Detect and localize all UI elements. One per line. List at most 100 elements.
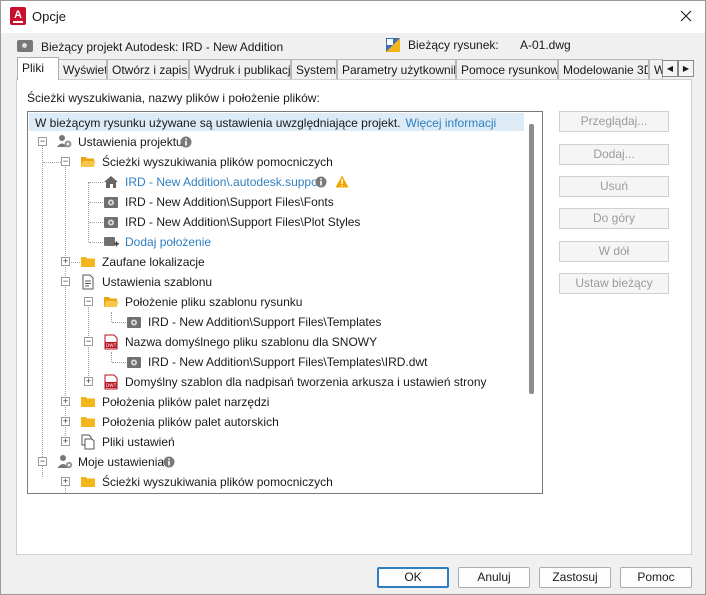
expand-icon[interactable]: + — [84, 377, 93, 386]
tree-line — [112, 362, 126, 363]
tab-system[interactable]: System — [291, 59, 337, 79]
tree-line — [112, 322, 126, 323]
tree-line — [43, 162, 61, 163]
tree-line — [111, 352, 112, 362]
current-drawing-value: A-01.dwg — [520, 38, 571, 52]
folder-open-icon — [81, 157, 96, 167]
browse-button[interactable]: Przeglądaj... — [559, 111, 669, 132]
autocad-app-icon: A — [10, 7, 26, 25]
tree-item-template-settings[interactable]: − Ustawienia szablonu — [28, 272, 523, 292]
folder-icon — [81, 417, 95, 427]
camera-folder-icon — [104, 197, 118, 208]
tab-open-save[interactable]: Otwórz i zapisz — [107, 59, 189, 79]
collapse-icon[interactable]: − — [84, 297, 93, 306]
file-tree[interactable]: W bieżącym rysunku używane są ustawienia… — [27, 111, 543, 494]
tree-item-fonts-path[interactable]: IRD - New Addition\Support Files\Fonts — [28, 192, 523, 212]
tree-item-template-location[interactable]: − Położenie pliku szablonu rysunku — [28, 292, 523, 312]
current-project-label: Bieżący projekt Autodesk: IRD - New Addi… — [41, 40, 284, 54]
tree-item-tool-palettes[interactable]: + Położenia plików palet narzędzi — [28, 392, 523, 412]
folder-icon — [81, 477, 95, 487]
person-gear-icon — [57, 455, 73, 469]
current-drawing-label: Bieżący rysunek: — [408, 38, 499, 52]
folder-icon — [81, 257, 95, 267]
move-up-button[interactable]: Do góry — [559, 208, 669, 229]
expand-icon[interactable]: + — [61, 397, 70, 406]
expand-icon[interactable]: + — [61, 417, 70, 426]
options-dialog: A Opcje Bieżący projekt Autodesk: IRD - … — [0, 0, 706, 595]
tab-scroll-left-button[interactable]: ◀ — [662, 60, 678, 77]
expand-icon[interactable]: + — [61, 257, 70, 266]
window-title: Opcje — [32, 9, 66, 24]
tree-line — [111, 312, 112, 322]
svg-text:DWT: DWT — [106, 343, 117, 349]
info-icon[interactable] — [315, 176, 327, 188]
dwt-icon: DWT — [104, 374, 118, 390]
camera-folder-icon — [127, 357, 141, 368]
cancel-button[interactable]: Anuluj — [458, 567, 530, 588]
ok-button[interactable]: OK — [377, 567, 449, 588]
collapse-icon[interactable]: − — [61, 277, 70, 286]
drawing-icon — [386, 38, 400, 52]
tab-display[interactable]: Wyświetl — [58, 59, 107, 79]
tree-scrollbar[interactable] — [529, 124, 534, 394]
collapse-icon[interactable]: − — [61, 157, 70, 166]
add-button[interactable]: Dodaj... — [559, 144, 669, 165]
files-panel: Ścieżki wyszukiwania, nazwy plików i poł… — [16, 79, 692, 555]
tab-files[interactable]: Pliki — [17, 57, 59, 80]
project-row: Bieżący projekt Autodesk: IRD - New Addi… — [1, 37, 705, 57]
dwt-icon: DWT — [104, 334, 118, 350]
tree-item-default-sheet-template[interactable]: + DWT Domyślny szablon dla nadpisań twor… — [28, 372, 523, 392]
camera-folder-icon — [127, 317, 141, 328]
warning-icon[interactable] — [335, 175, 349, 188]
tab-truncated[interactable]: W — [649, 59, 663, 79]
apply-button[interactable]: Zastosuj — [539, 567, 611, 588]
tree-item-ird-dwt-path[interactable]: IRD - New Addition\Support Files\Templat… — [28, 352, 523, 372]
tab-scroll-right-button[interactable]: ▶ — [678, 60, 694, 77]
tree-item-plot-styles-path[interactable]: IRD - New Addition\Support Files\Plot St… — [28, 212, 523, 232]
info-icon[interactable] — [180, 136, 192, 148]
camera-folder-icon — [104, 217, 118, 228]
home-icon — [104, 176, 118, 188]
tree-line — [89, 222, 103, 223]
tree-line — [89, 242, 103, 243]
tab-3d-modeling[interactable]: Modelowanie 3D — [558, 59, 649, 79]
tree-line — [89, 182, 103, 183]
tab-drafting[interactable]: Pomoce rysunkowe — [456, 59, 558, 79]
tree-item-project-settings[interactable]: − Ustawienia projektu — [28, 132, 523, 152]
expand-icon[interactable]: + — [61, 477, 70, 486]
tree-item-my-settings[interactable]: − Moje ustawienia — [28, 452, 523, 472]
search-paths-label: Ścieżki wyszukiwania, nazwy plików i poł… — [27, 91, 320, 105]
tab-plot-publish[interactable]: Wydruk i publikacja — [189, 59, 291, 79]
remove-button[interactable]: Usuń — [559, 176, 669, 197]
tab-user-preferences[interactable]: Parametry użytkownika — [337, 59, 456, 79]
project-icon — [17, 40, 33, 52]
project-info-bar: W bieżącym rysunku używane są ustawienia… — [29, 113, 524, 131]
help-button[interactable]: Pomoc — [620, 567, 692, 588]
tree-item-autodesk-support[interactable]: IRD - New Addition\.autodesk.support — [28, 172, 523, 192]
tree-line — [89, 202, 103, 203]
move-down-button[interactable]: W dół — [559, 241, 669, 262]
tree-item-settings-files[interactable]: + Pliki ustawień — [28, 432, 523, 452]
collapse-icon[interactable]: − — [38, 137, 47, 146]
svg-text:DWT: DWT — [106, 383, 117, 389]
more-info-link[interactable]: Więcej informacji — [406, 116, 497, 130]
document-icon — [82, 274, 94, 290]
expand-icon[interactable]: + — [61, 437, 70, 446]
tree-item-trusted-locations[interactable]: + Zaufane lokalizacje — [28, 252, 523, 272]
collapse-icon[interactable]: − — [84, 337, 93, 346]
people-gear-icon — [57, 135, 72, 148]
folder-open-icon — [104, 297, 119, 307]
tree-item-templates-path[interactable]: IRD - New Addition\Support Files\Templat… — [28, 312, 523, 332]
collapse-icon[interactable]: − — [38, 457, 47, 466]
tree-item-support-paths[interactable]: − Ścieżki wyszukiwania plików pomocniczy… — [28, 152, 523, 172]
tree-item-my-support-paths[interactable]: + Ścieżki wyszukiwania plików pomocniczy… — [28, 472, 523, 492]
close-icon — [680, 10, 692, 22]
arrow-right-icon: ▶ — [682, 64, 690, 73]
info-icon[interactable] — [163, 456, 175, 468]
copy-files-icon — [81, 434, 95, 450]
tree-item-default-template-name[interactable]: − DWT Nazwa domyślnego pliku szablonu dl… — [28, 332, 523, 352]
set-current-button[interactable]: Ustaw bieżący — [559, 273, 669, 294]
close-button[interactable] — [673, 4, 699, 28]
tree-item-authoring-palettes[interactable]: + Położenia plików palet autorskich — [28, 412, 523, 432]
tree-item-add-location[interactable]: Dodaj położenie — [28, 232, 523, 252]
